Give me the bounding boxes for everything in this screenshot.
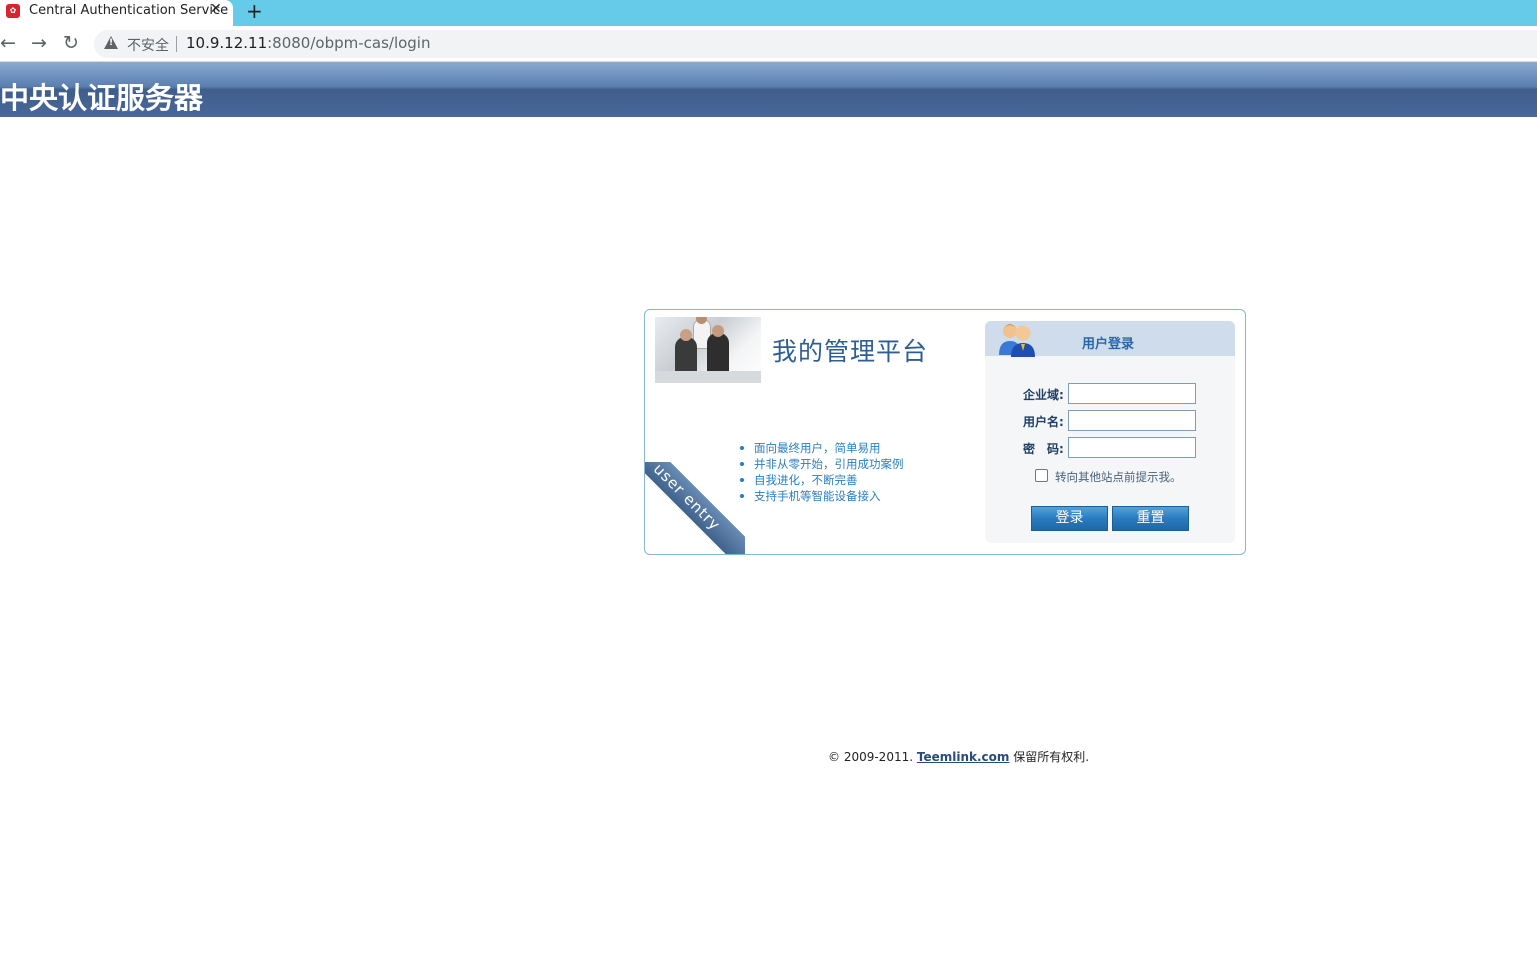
browser-tab[interactable]: ✿ Central Authentication Service ✕	[0, 0, 233, 26]
username-input[interactable]	[1068, 410, 1196, 431]
password-label: 密 码:	[1023, 442, 1064, 456]
password-input[interactable]	[1068, 437, 1196, 458]
url-path: :8080/obpm-cas/login	[267, 34, 431, 52]
ribbon-label: user entry	[645, 462, 745, 554]
browser-toolbar: ← → ↻ ! 不安全 10.9.12.11:8080/obpm-cas/log…	[0, 26, 1537, 62]
url-text[interactable]: 10.9.12.11:8080/obpm-cas/login	[186, 34, 430, 52]
users-icon	[999, 324, 1035, 357]
team-photo	[655, 317, 761, 383]
new-tab-button[interactable]: +	[246, 0, 263, 23]
forward-arrow-icon[interactable]: →	[28, 31, 50, 55]
site-favicon-icon: ✿	[6, 4, 20, 18]
rights-text: 保留所有权利.	[1013, 750, 1090, 764]
list-item: 自我进化，不断完善	[739, 472, 904, 488]
photo-figure	[712, 325, 724, 337]
copyright-text: © 2009-2011.	[828, 750, 914, 764]
close-tab-icon[interactable]: ✕	[210, 1, 222, 17]
login-heading: 用户登录	[1082, 337, 1135, 352]
address-divider	[176, 36, 177, 52]
reload-icon[interactable]: ↻	[60, 31, 82, 55]
warn-redirect-label[interactable]: 转向其他站点前提示我。	[1055, 469, 1182, 485]
back-arrow-icon[interactable]: ←	[0, 31, 19, 55]
page-footer: © 2009-2011. Teemlink.com 保留所有权利.	[828, 748, 1089, 765]
login-button[interactable]: 登录	[1031, 506, 1108, 531]
tab-title: Central Authentication Service	[29, 3, 229, 18]
photo-desk	[655, 371, 761, 383]
login-form: 用户登录 企业域: 用户名: 密 码: 转向其他站点前提示我。 登录 重置	[985, 321, 1235, 543]
domain-input[interactable]	[1068, 383, 1196, 404]
username-label: 用户名:	[1023, 415, 1064, 429]
feature-list: 面向最终用户，简单易用 并非从零开始，引用成功案例 自我进化，不断完善 支持手机…	[739, 440, 904, 504]
url-host: 10.9.12.11	[186, 34, 268, 52]
list-item: 支持手机等智能设备接入	[739, 488, 904, 504]
warning-mark: !	[109, 38, 114, 48]
browser-tab-strip: ✿ Central Authentication Service ✕ +	[0, 0, 1537, 26]
warn-redirect-checkbox[interactable]	[1035, 469, 1048, 482]
domain-label: 企业域:	[1023, 388, 1064, 402]
list-item: 并非从零开始，引用成功案例	[739, 456, 904, 472]
page-title: 中央认证服务器	[0, 81, 204, 115]
login-header: 用户登录	[985, 321, 1235, 357]
photo-figure	[680, 329, 692, 341]
login-panel: 我的管理平台 面向最终用户，简单易用 并非从零开始，引用成功案例 自我进化，不断…	[644, 309, 1246, 555]
user-entry-ribbon: user entry	[645, 462, 745, 554]
address-bar[interactable]: ! 不安全 10.9.12.11:8080/obpm-cas/login	[94, 30, 1537, 58]
page-header-banner: 中央认证服务器	[0, 62, 1537, 117]
list-item: 面向最终用户，简单易用	[739, 440, 904, 456]
platform-title: 我的管理平台	[772, 337, 929, 366]
teemlink-link[interactable]: Teemlink.com	[917, 750, 1010, 764]
reset-button[interactable]: 重置	[1112, 506, 1189, 531]
security-status[interactable]: 不安全	[127, 35, 169, 55]
